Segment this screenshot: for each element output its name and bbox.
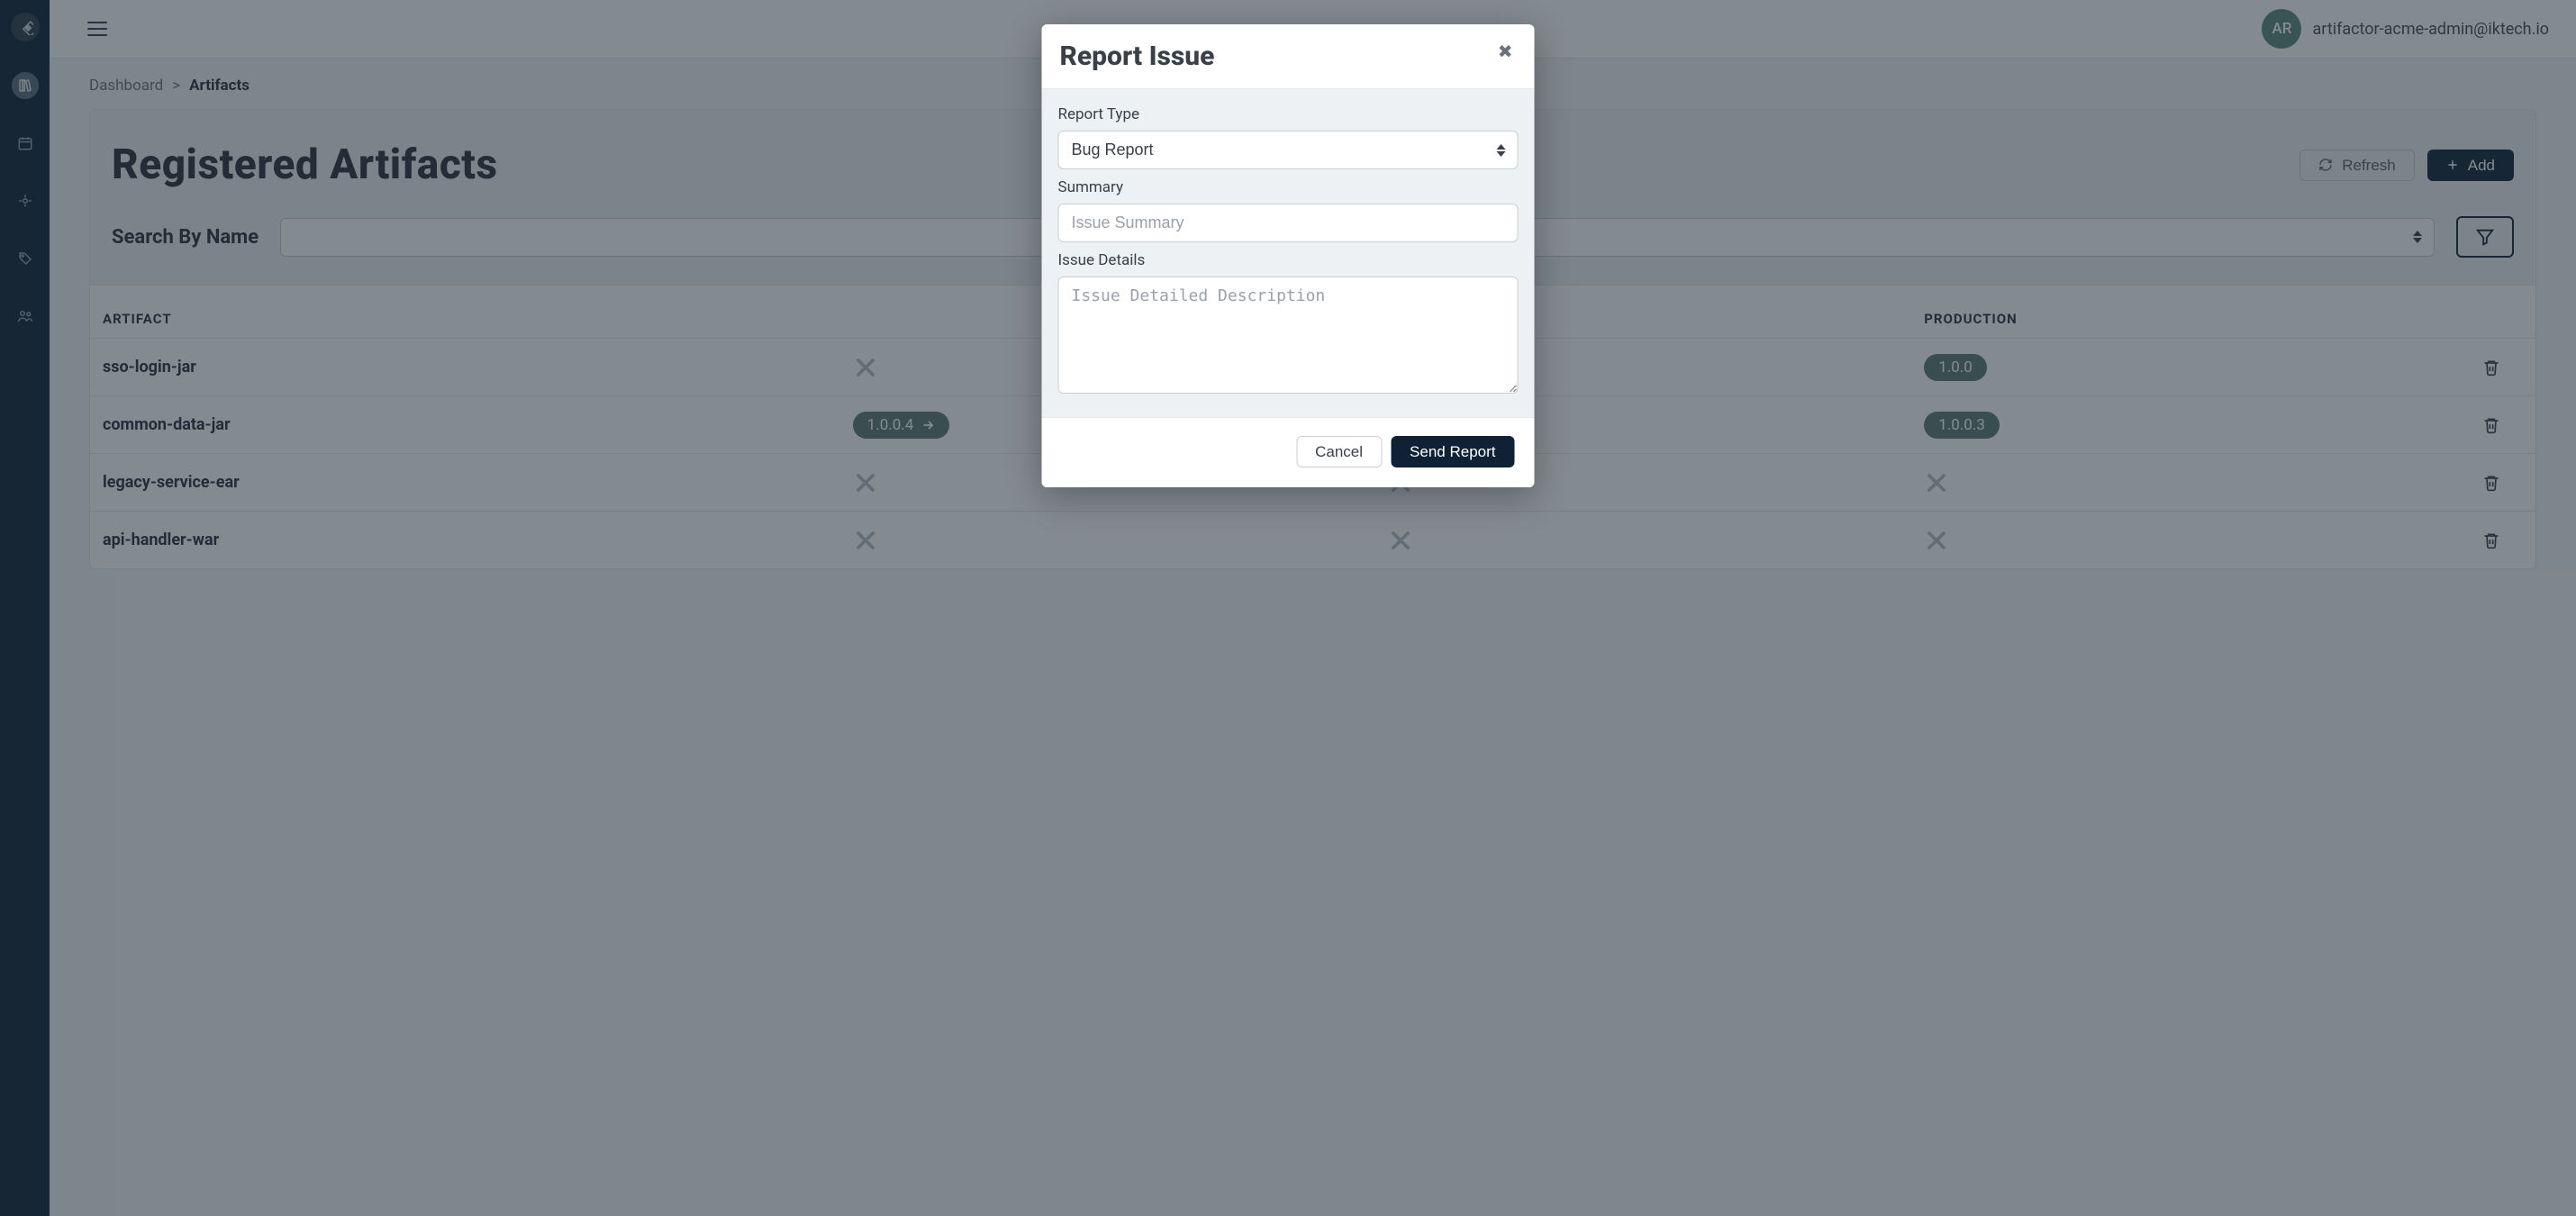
close-icon: ✖ [1498,41,1513,62]
summary-label: Summary [1058,178,1519,196]
cancel-button[interactable]: Cancel [1296,436,1382,467]
modal-close-button[interactable]: ✖ [1494,41,1517,62]
send-label: Send Report [1410,444,1495,459]
report-issue-modal: Report Issue ✖ Report Type Summary Issue… [1042,24,1535,487]
report-type-select[interactable] [1058,131,1519,169]
report-type-label: Report Type [1058,105,1519,123]
modal-body: Report Type Summary Issue Details [1042,89,1535,417]
details-textarea[interactable] [1058,277,1519,394]
modal-header: Report Issue ✖ [1042,24,1535,89]
report-type-select-wrap [1058,131,1519,169]
summary-input[interactable] [1058,204,1519,242]
modal-footer: Cancel Send Report [1042,417,1535,487]
details-label: Issue Details [1058,251,1519,269]
app-shell: AR artifactor-acme-admin@iktech.io Dashb… [0,0,2576,1216]
cancel-label: Cancel [1315,444,1363,459]
send-report-button[interactable]: Send Report [1391,436,1514,467]
modal-title: Report Issue [1060,41,1215,72]
